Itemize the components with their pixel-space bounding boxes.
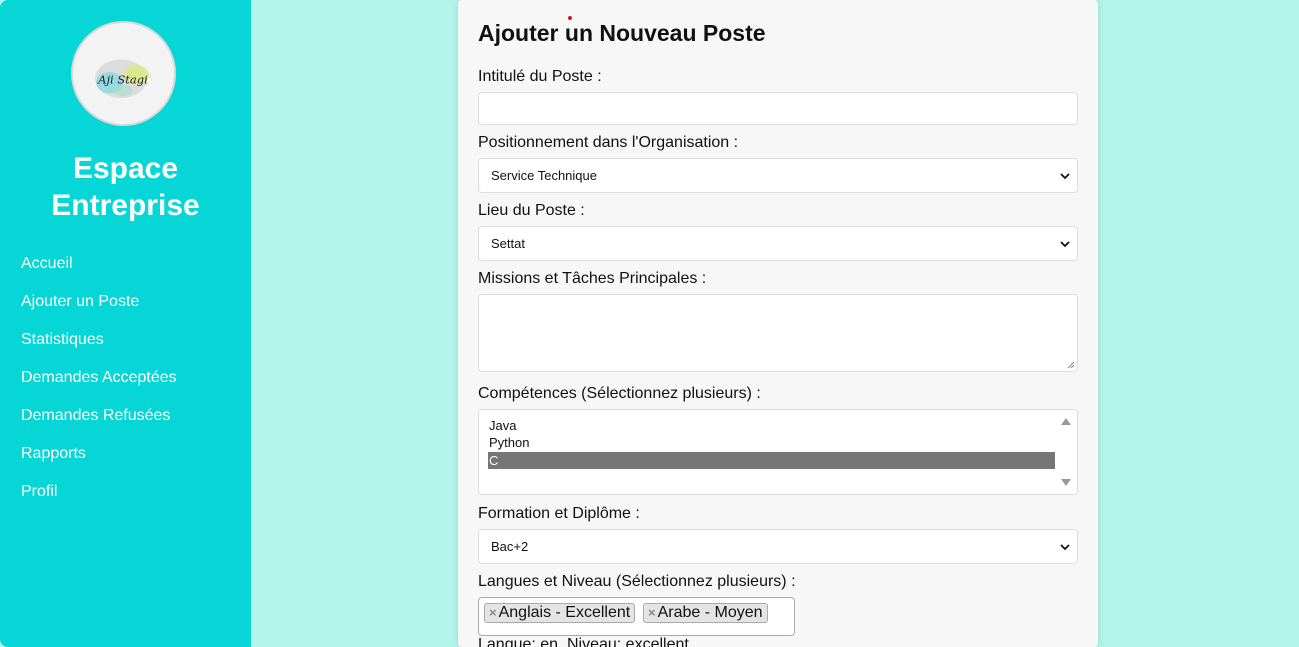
brand-line-1: Espace [72, 152, 179, 185]
formation-select-value: Bac+2 [491, 539, 529, 554]
langue-tag: × Anglais - Excellent [484, 603, 636, 623]
close-icon[interactable]: × [489, 605, 497, 620]
missions-textarea[interactable] [478, 294, 1078, 372]
intitule-label: Intitulé du Poste : [478, 68, 602, 85]
position-label: Positionnement dans l'Organisation : [478, 134, 739, 151]
langue-tag-label: Arabe - Moyen [657, 604, 763, 621]
brand-title: Espace Entreprise [0, 150, 251, 224]
resize-handle-icon[interactable] [1067, 361, 1075, 369]
lieu-select[interactable]: Settat [478, 226, 1078, 261]
logo-image: Aji Stagi [95, 59, 149, 99]
close-icon[interactable]: × [648, 605, 656, 620]
scroll-up-icon[interactable] [1061, 418, 1071, 425]
lieu-select-value: Settat [491, 236, 525, 251]
sidebar-item-rapports[interactable]: Rapports [21, 444, 177, 482]
chevron-down-icon [1060, 240, 1070, 247]
add-position-form: Ajouter un Nouveau Poste Intitulé du Pos… [458, 0, 1098, 647]
competence-option-java[interactable]: Java [488, 417, 1055, 434]
brand-line-2: Entreprise [51, 189, 200, 222]
sidebar-item-ajouter-poste[interactable]: Ajouter un Poste [21, 292, 177, 330]
missions-label: Missions et Tâches Principales : [478, 270, 707, 287]
company-logo: Aji Stagi [71, 21, 176, 126]
competences-multiselect[interactable]: Java Python C [478, 409, 1078, 495]
chevron-down-icon [1060, 543, 1070, 550]
sidebar: Aji Stagi Espace Entreprise Accueil Ajou… [0, 0, 251, 647]
sidebar-item-statistiques[interactable]: Statistiques [21, 330, 177, 368]
competences-label: Compétences (Sélectionnez plusieurs) : [478, 385, 761, 402]
langues-info-text: Langue: en, Niveau: excellent [478, 636, 689, 647]
lieu-label: Lieu du Poste : [478, 202, 585, 219]
competence-option-c[interactable]: C [488, 452, 1055, 469]
formation-select[interactable]: Bac+2 [478, 529, 1078, 564]
sidebar-item-accueil[interactable]: Accueil [21, 254, 177, 292]
position-select[interactable]: Service Technique [478, 158, 1078, 193]
chevron-down-icon [1060, 172, 1070, 179]
sidebar-item-demandes-acceptees[interactable]: Demandes Acceptées [21, 368, 177, 406]
scroll-down-icon[interactable] [1061, 479, 1071, 486]
sidebar-nav: Accueil Ajouter un Poste Statistiques De… [21, 254, 177, 520]
langue-tag-label: Anglais - Excellent [498, 604, 631, 621]
logo-text: Aji Stagi [97, 73, 148, 87]
formation-label: Formation et Diplôme : [478, 505, 640, 522]
page-title: Ajouter un Nouveau Poste [478, 20, 766, 46]
competence-option-python[interactable]: Python [488, 434, 1055, 451]
sidebar-item-profil[interactable]: Profil [21, 482, 177, 520]
intitule-input[interactable] [478, 92, 1078, 125]
langues-label: Langues et Niveau (Sélectionnez plusieur… [478, 573, 796, 590]
langue-tag: × Arabe - Moyen [643, 603, 768, 623]
langues-multiselect[interactable]: × Anglais - Excellent × Arabe - Moyen [478, 597, 795, 636]
sidebar-item-demandes-refusees[interactable]: Demandes Refusées [21, 406, 177, 444]
position-select-value: Service Technique [491, 168, 597, 183]
